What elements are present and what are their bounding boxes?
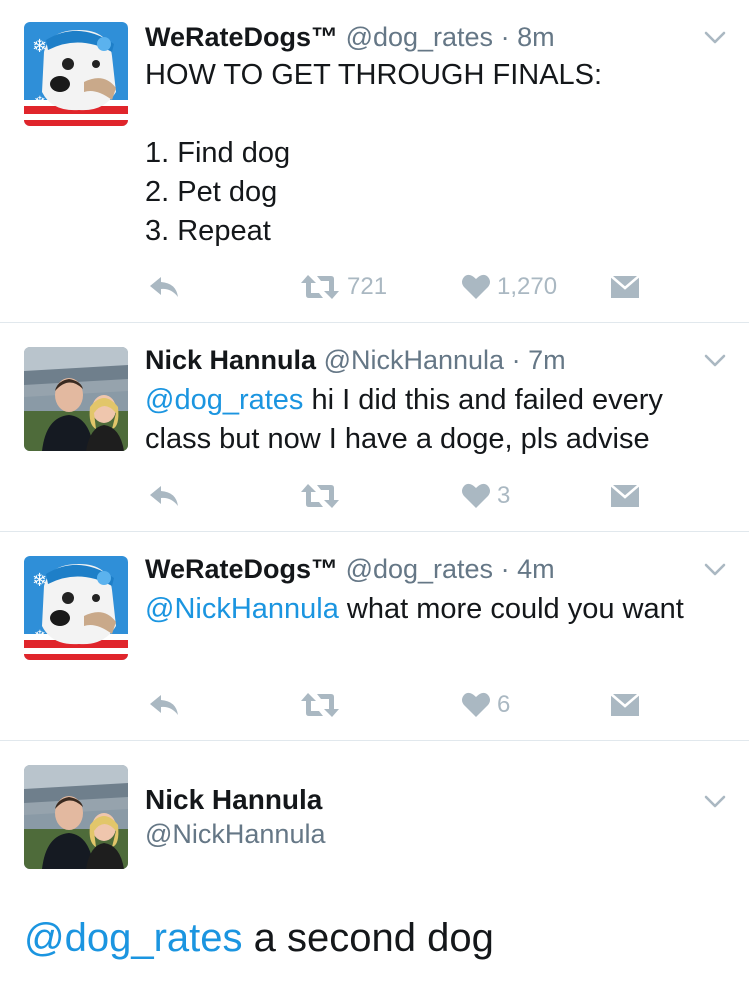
like-button[interactable]: 3 xyxy=(461,481,510,511)
retweet-icon xyxy=(299,273,341,301)
mention-link[interactable]: @dog_rates xyxy=(145,384,303,416)
reply-icon xyxy=(147,482,181,510)
dog-avatar-icon xyxy=(24,22,128,126)
retweet-count: 721 xyxy=(347,273,388,300)
like-button[interactable]: 1,270 xyxy=(461,272,557,302)
retweet-button[interactable] xyxy=(299,481,341,511)
separator: · xyxy=(500,22,510,52)
tweet-actions: 3 xyxy=(145,481,665,511)
tweet-line: 2. Pet dog xyxy=(145,176,278,208)
tweet-header: WeRateDogs™ @dog_rates · 8m xyxy=(145,20,555,54)
author-handle[interactable]: @dog_rates xyxy=(346,554,494,584)
direct-message-button[interactable] xyxy=(610,272,640,302)
like-count: 1,270 xyxy=(497,273,558,300)
tweet-actions: 721 1,270 xyxy=(145,272,665,302)
tweet-text: @NickHannula what more could you want xyxy=(145,590,685,629)
reply-icon xyxy=(147,691,181,719)
avatar[interactable] xyxy=(24,22,128,126)
chevron-down-icon[interactable] xyxy=(704,563,726,577)
author-name[interactable]: Nick Hannula xyxy=(145,783,322,817)
mention-link[interactable]: @dog_rates xyxy=(24,916,243,960)
tweet-line: 1. Find dog xyxy=(145,137,291,169)
tweet-line: 3. Repeat xyxy=(145,215,271,247)
timestamp[interactable]: 8m xyxy=(517,22,555,52)
tweet-text-content: what more could you want xyxy=(338,593,684,625)
reply-button[interactable] xyxy=(147,481,181,511)
reply-button[interactable] xyxy=(147,272,181,302)
dog-avatar-icon xyxy=(24,556,128,660)
heart-icon xyxy=(461,273,491,301)
tweet-actions: 6 xyxy=(145,690,665,720)
author-handle[interactable]: @dog_rates xyxy=(346,22,494,52)
tweet-header: WeRateDogs™ @dog_rates · 4m xyxy=(145,552,555,586)
author-name[interactable]: WeRateDogs™ xyxy=(145,22,338,52)
tweet-1[interactable]: WeRateDogs™ @dog_rates · 8m HOW TO GET T… xyxy=(0,0,749,322)
reply-button[interactable] xyxy=(147,690,181,720)
avatar[interactable] xyxy=(24,347,128,451)
tweet-3[interactable]: WeRateDogs™ @dog_rates · 4m @NickHannula… xyxy=(0,532,749,740)
tweet-header: Nick Hannula @NickHannula · 7m xyxy=(145,343,566,377)
avatar[interactable] xyxy=(24,556,128,660)
like-button[interactable]: 6 xyxy=(461,690,510,720)
tweet-2[interactable]: Nick Hannula @NickHannula · 7m @dog_rate… xyxy=(0,323,749,531)
tweet-text-content: a second dog xyxy=(242,916,494,960)
direct-message-button[interactable] xyxy=(610,690,640,720)
tweet-text: @dog_rates hi I did this and failed ever… xyxy=(145,381,715,459)
couple-avatar-icon xyxy=(24,347,128,451)
couple-avatar-icon xyxy=(24,765,128,869)
direct-message-button[interactable] xyxy=(610,481,640,511)
timestamp[interactable]: 4m xyxy=(517,554,555,584)
separator: · xyxy=(500,554,510,584)
chevron-down-icon[interactable] xyxy=(704,795,726,809)
like-count: 3 xyxy=(497,482,511,509)
timestamp[interactable]: 7m xyxy=(528,345,566,375)
tweet-line xyxy=(145,95,725,134)
chevron-down-icon[interactable] xyxy=(704,31,726,45)
tweet-text: HOW TO GET THROUGH FINALS: 1. Find dog 2… xyxy=(145,56,725,251)
envelope-icon xyxy=(610,692,640,718)
author-name[interactable]: Nick Hannula xyxy=(145,345,316,375)
retweet-button[interactable]: 721 xyxy=(299,272,387,302)
reply-icon xyxy=(147,273,181,301)
author-handle[interactable]: @NickHannula xyxy=(324,345,504,375)
retweet-icon xyxy=(299,482,341,510)
tweet-line: HOW TO GET THROUGH FINALS: xyxy=(145,59,603,91)
retweet-icon xyxy=(299,691,341,719)
chevron-down-icon[interactable] xyxy=(704,354,726,368)
heart-icon xyxy=(461,482,491,510)
avatar[interactable] xyxy=(24,765,128,869)
mention-link[interactable]: @NickHannula xyxy=(145,593,339,625)
envelope-icon xyxy=(610,274,640,300)
focused-tweet-text: @dog_rates a second dog xyxy=(24,912,494,964)
heart-icon xyxy=(461,691,491,719)
retweet-button[interactable] xyxy=(299,690,341,720)
envelope-icon xyxy=(610,483,640,509)
author-handle[interactable]: @NickHannula xyxy=(145,817,325,851)
separator: · xyxy=(511,345,521,375)
author-name[interactable]: WeRateDogs™ xyxy=(145,554,338,584)
like-count: 6 xyxy=(497,691,511,718)
